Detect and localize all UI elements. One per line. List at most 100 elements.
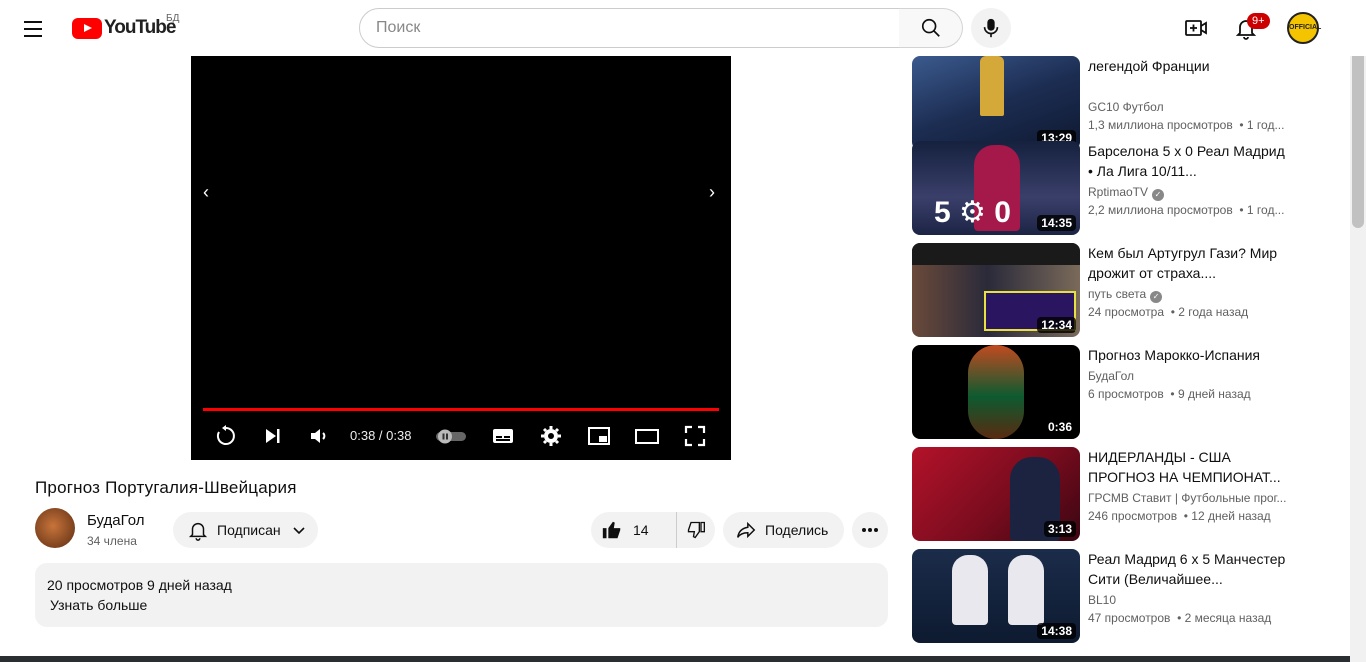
- description-stats: 20 просмотров 9 дней назад: [47, 577, 232, 593]
- channel-name[interactable]: RptimaoTV ✓: [1088, 185, 1165, 201]
- subscribe-label: Подписан: [217, 522, 281, 538]
- video-duration: 14:35: [1037, 215, 1076, 231]
- upload-age: 2 года назад: [1178, 305, 1249, 319]
- video-thumbnail[interactable]: 5 ⚙ 0 14:35: [912, 141, 1080, 235]
- microphone-icon: [983, 18, 999, 38]
- video-meta: 2,2 миллиона просмотров • 1 год...: [1088, 203, 1285, 217]
- video-thumbnail[interactable]: 13:29: [912, 56, 1080, 150]
- video-duration: 3:13: [1043, 521, 1076, 537]
- fullscreen-icon[interactable]: [683, 424, 707, 448]
- like-button[interactable]: 14: [591, 512, 677, 548]
- top-bar: YouTube БД Поиск 9+ OFFICIAL: [0, 0, 1366, 56]
- bottom-strip: [0, 656, 1350, 662]
- chevron-down-icon: [293, 527, 305, 535]
- show-more-link[interactable]: Узнать больше: [47, 595, 876, 615]
- thumbs-up-icon: [602, 521, 621, 539]
- next-video-icon[interactable]: [261, 424, 285, 448]
- upload-age: 9 дней назад: [1177, 387, 1251, 401]
- chevron-right-icon[interactable]: ›: [709, 182, 715, 203]
- view-count: 24 просмотра: [1088, 305, 1165, 319]
- video-meta: 6 просмотров • 9 дней назад: [1088, 387, 1251, 401]
- player-figure: [1008, 555, 1044, 625]
- video-title[interactable]: НИДЕРЛАНДЫ - США ПРОГНОЗ НА ЧЕМПИОНАТ...: [1088, 447, 1288, 487]
- video-title[interactable]: Кем был Артугрул Гази? Мир дрожит от стр…: [1088, 243, 1288, 283]
- more-actions-button[interactable]: [852, 512, 888, 548]
- video-meta: 246 просмотров • 12 дней назад: [1088, 509, 1271, 523]
- video-duration: 0:36: [1043, 419, 1076, 435]
- share-button[interactable]: Поделись: [723, 512, 844, 548]
- menu-icon[interactable]: [24, 18, 48, 38]
- recommendation-card[interactable]: 13:29 легендой Франции GC10 Футбол 1,3 м…: [912, 56, 1302, 150]
- video-meta: 47 просмотров • 2 месяца назад: [1088, 611, 1272, 625]
- recommendation-card[interactable]: 12:34 Кем был Артугрул Гази? Мир дрожит …: [912, 243, 1302, 337]
- video-title[interactable]: Прогноз Марокко-Испания: [1088, 345, 1288, 365]
- video-meta: 24 просмотра • 2 года назад: [1088, 305, 1249, 319]
- video-thumbnail[interactable]: 3:13: [912, 447, 1080, 541]
- progress-bar[interactable]: [203, 408, 719, 411]
- channel-avatar[interactable]: [35, 508, 75, 548]
- ball-graphic: [968, 345, 1024, 439]
- like-count: 14: [633, 522, 649, 538]
- video-title[interactable]: Реал Мадрид 6 х 5 Манчестер Сити (Велича…: [1088, 549, 1288, 589]
- channel-name[interactable]: BL10: [1088, 593, 1116, 607]
- channel-name[interactable]: путь света ✓: [1088, 287, 1163, 303]
- channel-label: RptimaoTV: [1088, 185, 1149, 199]
- time-display: 0:38 / 0:38: [350, 428, 412, 443]
- recommendation-card[interactable]: 0:36 Прогноз Марокко-Испания БудаГол 6 п…: [912, 345, 1302, 439]
- score-text: 5 ⚙ 0: [934, 196, 1011, 229]
- channel-name[interactable]: GC10 Футбол: [1088, 100, 1164, 114]
- chevron-left-icon[interactable]: ‹: [203, 182, 209, 203]
- scrollbar-thumb[interactable]: [1352, 42, 1364, 228]
- verified-icon: ✓: [1152, 189, 1165, 201]
- video-title: Прогноз Португалия-Швейцария: [35, 478, 297, 497]
- video-title[interactable]: легендой Франции: [1088, 56, 1288, 76]
- video-duration: 12:34: [1037, 317, 1076, 333]
- video-duration: 14:38: [1037, 623, 1076, 639]
- miniplayer-icon[interactable]: [587, 424, 611, 448]
- share-icon: [737, 521, 756, 539]
- search-button[interactable]: [899, 8, 963, 48]
- channel-name[interactable]: БудаГол: [1088, 369, 1134, 383]
- notifications-badge: 9+: [1247, 13, 1270, 29]
- country-code: БД: [166, 13, 180, 24]
- settings-icon[interactable]: [539, 424, 563, 448]
- channel-name[interactable]: БудаГол: [87, 512, 145, 529]
- view-count: 246 просмотров: [1088, 509, 1178, 523]
- upload-age: 12 дней назад: [1191, 509, 1271, 523]
- view-count: 6 просмотров: [1088, 387, 1164, 401]
- thumbs-down-icon: [687, 521, 705, 539]
- video-thumbnail[interactable]: 12:34: [912, 243, 1080, 337]
- bell-icon: [188, 522, 208, 541]
- dislike-button[interactable]: [677, 512, 715, 548]
- video-player[interactable]: ‹ › 0:38 / 0:38: [191, 56, 731, 460]
- volume-icon[interactable]: [307, 424, 331, 448]
- video-thumbnail[interactable]: 14:38: [912, 549, 1080, 643]
- trophy-icon: [980, 56, 1004, 116]
- theater-mode-icon[interactable]: [635, 424, 659, 448]
- subscriber-count: 34 члена: [87, 534, 137, 548]
- more-horizontal-icon: [862, 528, 878, 532]
- recommendation-card[interactable]: 5 ⚙ 0 14:35 Барселона 5 х 0 Реал Мадрид …: [912, 141, 1302, 235]
- replay-icon[interactable]: [214, 424, 238, 448]
- description-box[interactable]: 20 просмотров 9 дней назад Узнать больше: [35, 563, 888, 627]
- voice-search-button[interactable]: [971, 8, 1011, 48]
- subscribe-button[interactable]: Подписан: [173, 512, 318, 548]
- autoplay-toggle[interactable]: [434, 424, 468, 448]
- subtitles-icon[interactable]: [491, 424, 515, 448]
- search-input[interactable]: Поиск: [359, 8, 900, 48]
- view-count: 2,2 миллиона просмотров: [1088, 203, 1233, 217]
- banner-strip: [912, 243, 1080, 265]
- youtube-play-icon: [72, 17, 102, 39]
- video-thumbnail[interactable]: 0:36: [912, 345, 1080, 439]
- recommendation-card[interactable]: 3:13 НИДЕРЛАНДЫ - США ПРОГНОЗ НА ЧЕМПИОН…: [912, 447, 1302, 541]
- account-avatar[interactable]: OFFICIAL: [1287, 12, 1321, 44]
- share-label: Поделись: [765, 522, 829, 538]
- player-figure: [952, 555, 988, 625]
- recommendation-card[interactable]: 14:38 Реал Мадрид 6 х 5 Манчестер Сити (…: [912, 549, 1302, 643]
- upload-age: 2 месяца назад: [1184, 611, 1272, 625]
- youtube-logo[interactable]: YouTube: [72, 17, 176, 39]
- video-title[interactable]: Барселона 5 х 0 Реал Мадрид • Ла Лига 10…: [1088, 141, 1288, 181]
- create-video-icon[interactable]: [1184, 16, 1208, 40]
- like-dislike-group: 14: [591, 512, 715, 548]
- channel-name[interactable]: ГРСМВ Ставит | Футбольные прог...: [1088, 491, 1286, 505]
